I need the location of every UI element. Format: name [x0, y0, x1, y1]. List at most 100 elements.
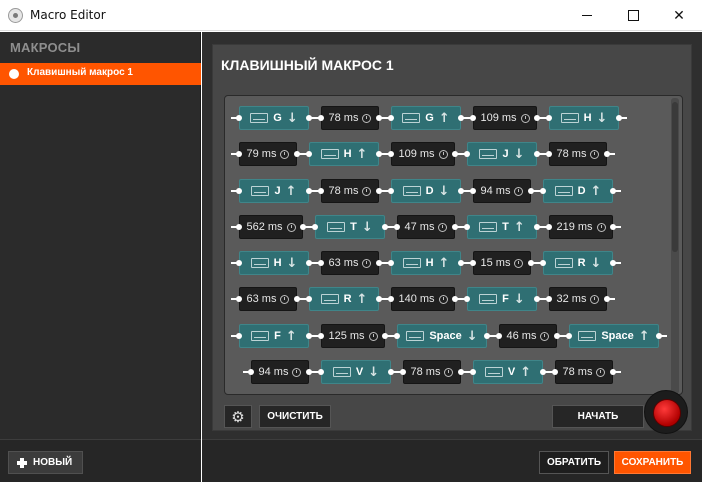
- macro-editor-panel: КЛАВИШНЫЙ МАКРОС 1 G ↓ 78 ms G ↑ 109 ms H ↓ 79 m…: [212, 44, 692, 434]
- sequence-row: 63 ms R ↑ 140 ms F ↓ 32 ms: [231, 287, 615, 311]
- delay-block[interactable]: 562 ms: [239, 215, 303, 239]
- delay-block[interactable]: 78 ms: [403, 360, 461, 384]
- connector: [528, 260, 546, 266]
- delay-block[interactable]: 47 ms: [397, 215, 455, 239]
- save-button[interactable]: СОХРАНИТЬ: [614, 451, 691, 474]
- keyboard-icon: [406, 331, 425, 341]
- key-label: R: [577, 257, 586, 269]
- key-event-block[interactable]: G ↓: [239, 106, 309, 130]
- delay-label: 140 ms: [398, 293, 435, 305]
- connector: [534, 115, 552, 121]
- key-event-block[interactable]: V ↓: [321, 360, 391, 384]
- key-event-block[interactable]: H ↓: [239, 251, 309, 275]
- key-event-block[interactable]: H ↑: [391, 251, 461, 275]
- arrow-down-icon: ↓: [368, 364, 380, 380]
- delay-block[interactable]: 94 ms: [473, 179, 531, 203]
- keyboard-icon: [251, 331, 270, 341]
- key-event-block[interactable]: H ↓: [549, 106, 619, 130]
- connector: [452, 224, 470, 230]
- delay-block[interactable]: 78 ms: [321, 179, 379, 203]
- delay-label: 78 ms: [328, 185, 359, 197]
- key-event-block[interactable]: R ↓: [543, 251, 613, 275]
- main-area: КЛАВИШНЫЙ МАКРОС 1 G ↓ 78 ms G ↑ 109 ms H ↓ 79 m…: [202, 32, 702, 482]
- delay-block[interactable]: 78 ms: [321, 106, 379, 130]
- connector: [231, 333, 242, 339]
- delay-block[interactable]: 63 ms: [239, 287, 297, 311]
- key-event-block[interactable]: H ↑: [309, 142, 379, 166]
- delay-block[interactable]: 78 ms: [549, 142, 607, 166]
- scrollbar-thumb[interactable]: [672, 102, 678, 252]
- delay-block[interactable]: 109 ms: [391, 142, 455, 166]
- key-label: F: [274, 330, 281, 342]
- key-label: T: [502, 221, 509, 233]
- key-event-block[interactable]: Space ↓: [397, 324, 487, 348]
- key-event-block[interactable]: T ↑: [467, 215, 537, 239]
- clear-button[interactable]: ОЧИСТИТЬ: [259, 405, 331, 428]
- connector: [306, 260, 324, 266]
- delay-block[interactable]: 125 ms: [321, 324, 385, 348]
- keyboard-icon: [560, 113, 579, 123]
- record-button[interactable]: [653, 399, 681, 427]
- key-event-block[interactable]: V ↑: [473, 360, 543, 384]
- connector: [452, 296, 470, 302]
- arrow-up-icon: ↑: [285, 328, 297, 344]
- connector: [306, 115, 324, 121]
- connector: [306, 333, 324, 339]
- delay-block[interactable]: 219 ms: [549, 215, 613, 239]
- delay-label: 219 ms: [556, 221, 593, 233]
- sequence-row: F ↑ 125 ms Space ↓ 46 ms Space ↑: [231, 324, 667, 348]
- sequence-row: 562 ms T ↓ 47 ms T ↑ 219 ms: [231, 215, 621, 239]
- start-record-button[interactable]: НАЧАТЬ: [552, 405, 644, 428]
- delay-block[interactable]: 94 ms: [251, 360, 309, 384]
- close-button[interactable]: ✕: [656, 0, 702, 31]
- sequence-row: H ↓ 63 ms H ↑ 15 ms R ↓: [231, 251, 621, 275]
- title-bar: Macro Editor ✕: [0, 0, 702, 31]
- key-event-block[interactable]: J ↑: [239, 179, 309, 203]
- maximize-button[interactable]: [610, 0, 656, 31]
- delay-label: 78 ms: [328, 112, 359, 124]
- connector: [616, 115, 627, 121]
- settings-button[interactable]: ⚙: [224, 405, 252, 428]
- delay-block[interactable]: 78 ms: [555, 360, 613, 384]
- connector: [528, 188, 546, 194]
- delay-block[interactable]: 46 ms: [499, 324, 557, 348]
- key-event-block[interactable]: J ↓: [467, 142, 537, 166]
- gear-icon: ⚙: [231, 407, 245, 426]
- delay-label: 46 ms: [506, 330, 537, 342]
- arrow-up-icon: ↑: [590, 183, 602, 199]
- revert-button[interactable]: ОБРАТИТЬ: [539, 451, 609, 474]
- key-event-block[interactable]: F ↑: [239, 324, 309, 348]
- key-label: D: [425, 185, 434, 197]
- key-event-block[interactable]: R ↑: [309, 287, 379, 311]
- key-event-block[interactable]: Space ↑: [569, 324, 659, 348]
- delay-block[interactable]: 63 ms: [321, 251, 379, 275]
- connector: [376, 188, 394, 194]
- bottom-bar: ОБРАТИТЬ СОХРАНИТЬ: [202, 439, 702, 482]
- connector: [382, 333, 400, 339]
- macro-sequence[interactable]: G ↓ 78 ms G ↑ 109 ms H ↓ 79 ms H ↑ 109 ms J ↓ 78 ms J ↑ 7…: [224, 95, 683, 395]
- key-label: J: [502, 148, 509, 160]
- key-event-block[interactable]: T ↓: [315, 215, 385, 239]
- sequence-scrollbar[interactable]: [671, 98, 679, 394]
- connector: [484, 333, 502, 339]
- delay-block[interactable]: 140 ms: [391, 287, 455, 311]
- clock-icon: [286, 222, 296, 232]
- key-event-block[interactable]: G ↑: [391, 106, 461, 130]
- key-event-block[interactable]: F ↓: [467, 287, 537, 311]
- sidebar-item-macro-1[interactable]: Клавишный макрос 1: [0, 63, 201, 85]
- connector: [376, 115, 394, 121]
- clock-icon: [514, 186, 524, 196]
- delay-block[interactable]: 79 ms: [239, 142, 297, 166]
- minimize-button[interactable]: [564, 0, 610, 31]
- delay-block[interactable]: 32 ms: [549, 287, 607, 311]
- record-button-ring: [644, 390, 688, 434]
- connector: [388, 369, 406, 375]
- delay-block[interactable]: 15 ms: [473, 251, 531, 275]
- new-macro-button[interactable]: НОВЫЙ: [8, 451, 83, 474]
- key-event-block[interactable]: D ↓: [391, 179, 461, 203]
- delay-block[interactable]: 109 ms: [473, 106, 537, 130]
- clock-icon: [520, 113, 530, 123]
- arrow-up-icon: ↑: [285, 183, 297, 199]
- key-event-block[interactable]: D ↑: [543, 179, 613, 203]
- connector: [458, 115, 476, 121]
